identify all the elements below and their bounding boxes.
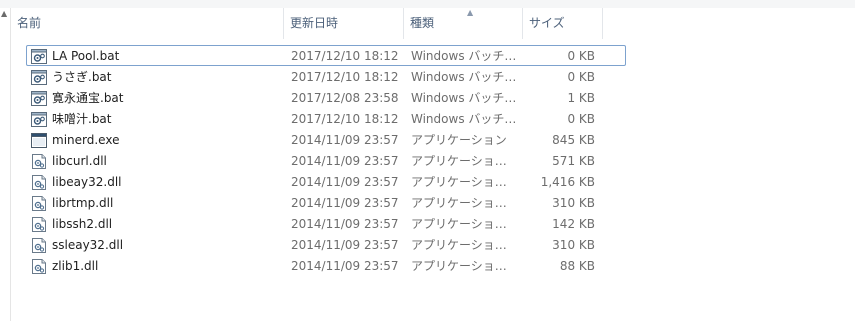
dll-file-icon (31, 259, 47, 274)
file-row[interactable]: 味噌汁.bat 2017/12/10 18:12 Windows バッチ… 0 KB (26, 108, 626, 129)
dll-file-icon (31, 154, 47, 169)
file-name: 寛永通宝.bat (52, 91, 124, 105)
file-size: 142 KB (552, 217, 595, 231)
file-name: librtmp.dll (52, 196, 114, 210)
column-header-size[interactable]: サイズ (523, 8, 603, 39)
file-size: 310 KB (552, 238, 595, 252)
file-date: 2014/11/09 23:57 (291, 238, 399, 252)
file-type: アプリケーショ… (411, 175, 507, 189)
file-date: 2014/11/09 23:57 (291, 196, 399, 210)
file-type: Windows バッチ… (411, 49, 517, 63)
file-list: LA Pool.bat 2017/12/10 18:12 Windows バッチ… 0… (26, 45, 626, 276)
file-date: 2014/11/09 23:57 (291, 217, 399, 231)
file-row[interactable]: libssh2.dll 2014/11/09 23:57 アプリケーショ… 142 K… (26, 213, 626, 234)
file-size: 0 KB (567, 70, 595, 84)
file-row[interactable]: libcurl.dll 2014/11/09 23:57 アプリケーショ… 571 K… (26, 150, 626, 171)
file-date: 2017/12/08 23:58 (291, 91, 399, 105)
toolbar-strip (0, 0, 855, 8)
file-row[interactable]: LA Pool.bat 2017/12/10 18:12 Windows バッチ… 0… (26, 45, 626, 66)
batch-file-icon (31, 112, 47, 127)
file-row[interactable]: libeay32.dll 2014/11/09 23:57 アプリケーショ… 1,41… (26, 171, 626, 192)
file-name: libssh2.dll (52, 217, 113, 231)
file-row[interactable]: librtmp.dll 2014/11/09 23:57 アプリケーショ… 310 K… (26, 192, 626, 213)
file-size: 88 KB (559, 259, 595, 273)
file-date: 2014/11/09 23:57 (291, 133, 399, 147)
file-date: 2017/12/10 18:12 (291, 112, 399, 126)
file-type: アプリケーショ… (411, 238, 507, 252)
file-type: アプリケーショ… (411, 196, 507, 210)
file-size: 1 KB (567, 91, 595, 105)
file-row[interactable]: zlib1.dll 2014/11/09 23:57 アプリケーショ… 88 KB (26, 255, 626, 276)
file-date: 2014/11/09 23:57 (291, 154, 399, 168)
file-type: アプリケーション (411, 133, 507, 147)
file-type: Windows バッチ… (411, 70, 517, 84)
dll-file-icon (31, 175, 47, 190)
sort-ascending-icon: ▲ (467, 8, 474, 17)
collapse-arrow-icon[interactable]: ▲ (1, 10, 7, 18)
file-name: うさぎ.bat (52, 70, 112, 84)
column-header-date[interactable]: 更新日時 (284, 8, 404, 39)
dll-file-icon (31, 196, 47, 211)
batch-file-icon (31, 70, 47, 85)
file-type: Windows バッチ… (411, 112, 517, 126)
file-date: 2017/12/10 18:12 (291, 49, 399, 63)
column-header-type[interactable]: 種類 (404, 8, 523, 39)
file-name: LA Pool.bat (52, 49, 120, 63)
file-size: 0 KB (567, 49, 595, 63)
file-size: 1,416 KB (540, 175, 595, 189)
column-header-name[interactable]: 名前 (11, 8, 284, 39)
batch-file-icon (31, 49, 47, 64)
file-size: 571 KB (552, 154, 595, 168)
file-row[interactable]: 寛永通宝.bat 2017/12/08 23:58 Windows バッチ… 1 KB (26, 87, 626, 108)
batch-file-icon (31, 91, 47, 106)
file-name: ssleay32.dll (52, 238, 124, 252)
file-type: アプリケーショ… (411, 217, 507, 231)
file-date: 2014/11/09 23:57 (291, 259, 399, 273)
file-row[interactable]: minerd.exe 2014/11/09 23:57 アプリケーション 845 KB (26, 129, 626, 150)
file-row[interactable]: うさぎ.bat 2017/12/10 18:12 Windows バッチ… 0 KB (26, 66, 626, 87)
exe-file-icon (31, 133, 47, 148)
file-name: libcurl.dll (52, 154, 107, 168)
file-size: 0 KB (567, 112, 595, 126)
file-size: 310 KB (552, 196, 595, 210)
dll-file-icon (31, 238, 47, 253)
file-name: libeay32.dll (52, 175, 122, 189)
column-header-bar: 名前 更新日時 種類 ▲ サイズ (11, 8, 855, 40)
file-date: 2014/11/09 23:57 (291, 175, 399, 189)
file-type: アプリケーショ… (411, 154, 507, 168)
file-name: minerd.exe (52, 133, 120, 147)
dll-file-icon (31, 217, 47, 232)
file-name: zlib1.dll (52, 259, 99, 273)
file-date: 2017/12/10 18:12 (291, 70, 399, 84)
file-type: アプリケーショ… (411, 259, 507, 273)
file-type: Windows バッチ… (411, 91, 517, 105)
file-size: 845 KB (552, 133, 595, 147)
file-name: 味噌汁.bat (52, 112, 112, 126)
navigation-pane[interactable]: ▲ (0, 8, 11, 321)
file-row[interactable]: ssleay32.dll 2014/11/09 23:57 アプリケーショ… 310 … (26, 234, 626, 255)
